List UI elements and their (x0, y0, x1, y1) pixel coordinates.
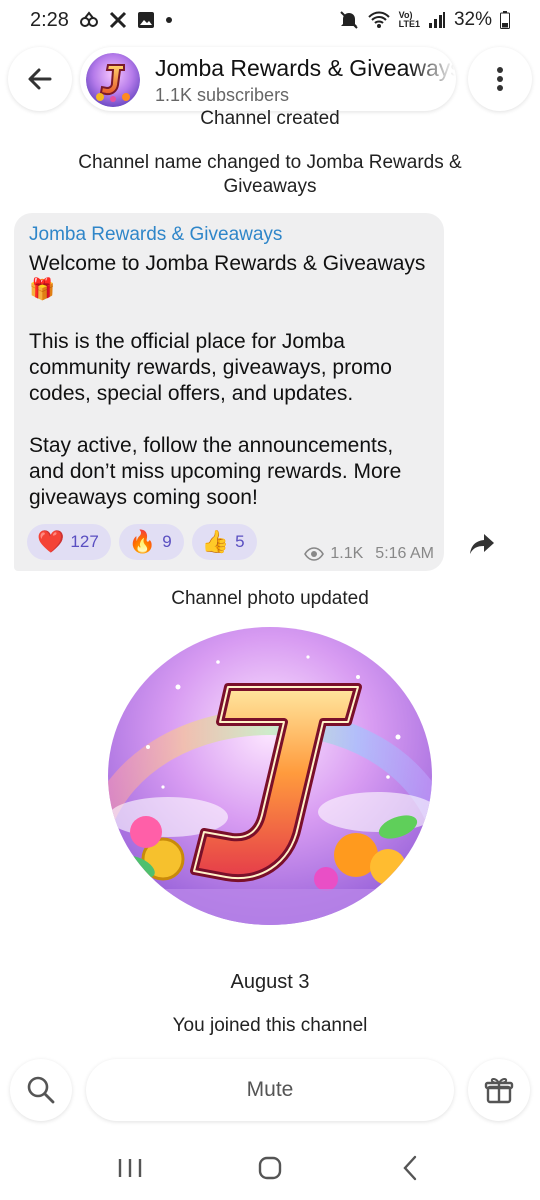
status-right: Vo) LTE1 32% (339, 9, 510, 31)
channel-photo[interactable] (108, 627, 432, 925)
channel-title: Jomba Rewards & Giveaways (155, 55, 455, 81)
system-back-button[interactable] (380, 1143, 440, 1193)
home-icon (258, 1156, 282, 1179)
date-separator: August 3 (230, 971, 310, 993)
wifi-icon (367, 10, 391, 30)
post-time: 5:16 AM (375, 545, 434, 562)
heart-icon: ❤️ (37, 529, 65, 554)
share-button[interactable] (462, 524, 502, 564)
dot-icon (165, 16, 173, 24)
recent-apps-icon (118, 1158, 142, 1177)
post-author[interactable]: Jomba Rewards & Giveaways (29, 223, 430, 247)
channel-post-bubble[interactable]: Jomba Rewards & Giveaways Welcome to Jom… (14, 213, 444, 571)
battery-percent: 32% (453, 9, 492, 30)
chat-header: Jomba Rewards & Giveaways 1.1K subscribe… (0, 44, 540, 114)
view-count: 1.1K (330, 545, 364, 562)
more-vertical-icon (497, 67, 503, 91)
reactions-row: ❤️ 127 🔥 9 👍 5 (27, 524, 257, 560)
more-options-button[interactable] (468, 47, 532, 111)
back-arrow-icon (28, 68, 52, 90)
subscriber-count: 1.1K subscribers (155, 85, 290, 105)
share-arrow-icon (470, 534, 494, 554)
status-left: 2:28 (30, 9, 173, 32)
gift-button[interactable] (468, 1059, 530, 1121)
chevron-left-icon (403, 1155, 417, 1180)
search-button[interactable] (10, 1059, 72, 1121)
x-logo-icon (109, 11, 127, 29)
status-time: 2:28 (30, 8, 69, 31)
link-icon (79, 11, 99, 29)
gallery-icon (137, 11, 155, 29)
volte-icon: Vo) LTE1 (398, 10, 420, 29)
search-icon (27, 1076, 55, 1104)
recent-apps-button[interactable] (100, 1143, 160, 1193)
system-message-photo-updated: Channel photo updated (171, 588, 369, 609)
gift-icon (484, 1077, 514, 1104)
mute-button[interactable]: Mute (86, 1059, 454, 1121)
reaction-fire[interactable]: 🔥 9 (118, 524, 184, 560)
status-bar: 2:28 Vo) LTE1 32% (0, 0, 540, 40)
mute-icon (339, 10, 359, 30)
reaction-count: 127 (70, 532, 99, 551)
reaction-heart[interactable]: ❤️ 127 (27, 524, 111, 560)
fire-icon: 🔥 (128, 529, 157, 554)
system-message-channel-created: Channel created (200, 108, 340, 129)
channel-avatar[interactable] (86, 53, 140, 107)
eye-icon (304, 547, 325, 561)
reaction-count: 5 (235, 532, 245, 551)
home-button[interactable] (240, 1143, 300, 1193)
battery-icon (500, 11, 510, 29)
reaction-count: 9 (162, 532, 172, 551)
post-meta: 1.1K 5:16 AM (304, 545, 434, 563)
system-nav-bar (0, 1135, 540, 1200)
system-message-joined: You joined this channel (172, 1015, 368, 1036)
post-text: Welcome to Jomba Rewards & Giveaways 🎁 T… (29, 252, 426, 509)
signal-icon (428, 11, 446, 29)
system-message-name-changed: Channel name changed to Jomba Rewards & … (78, 152, 462, 197)
channel-info-button[interactable]: Jomba Rewards & Giveaways 1.1K subscribe… (80, 47, 456, 111)
back-button[interactable] (8, 47, 72, 111)
thumbs-up-icon: 👍 (201, 529, 230, 554)
reaction-thumbs-up[interactable]: 👍 5 (191, 524, 257, 560)
